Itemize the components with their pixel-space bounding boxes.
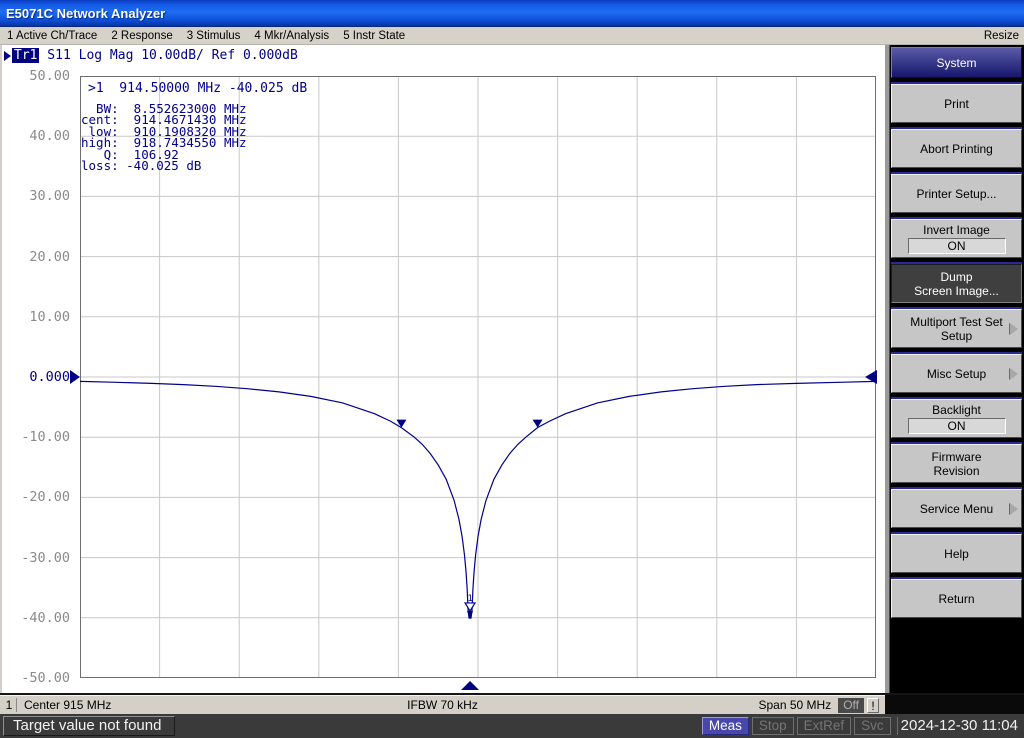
ref-level-indicator-left (70, 370, 80, 384)
title-bar[interactable]: E5071C Network Analyzer (0, 0, 1024, 27)
span-value: Span 50 MHz (759, 698, 832, 712)
softkey-service-menu[interactable]: Service Menu (891, 489, 1022, 528)
softkey-list: System Print Abort Printing Printer Setup..… (890, 45, 1024, 693)
menu-bar: 1 Active Ch/Trace2 Response3 Stimulus4 M… (0, 27, 1024, 45)
menu-1-active-ch-trace[interactable]: 1 Active Ch/Trace (0, 30, 104, 42)
channel-status-bar: 1 Center 915 MHz IFBW 70 kHz Span 50 MHz… (0, 693, 1024, 714)
softkey-system[interactable]: System (891, 47, 1022, 78)
softkey-invert-image[interactable]: Invert ImageON (891, 219, 1022, 258)
y-tick-label: -30.00 (2, 550, 70, 566)
softkey-label: Printer Setup... (916, 187, 996, 201)
softkey-label: Service Menu (920, 502, 993, 516)
softkey-toggle-state: ON (908, 418, 1006, 434)
softkey-help[interactable]: Help (891, 534, 1022, 573)
softkey-label: Backlight (932, 403, 981, 417)
softkey-label: Screen Image... (914, 284, 999, 298)
softkey-label: Print (944, 97, 969, 111)
submenu-arrow-icon (1010, 323, 1018, 335)
menu-4-mkr-analysis[interactable]: 4 Mkr/Analysis (247, 30, 336, 42)
softkey-label: Dump (940, 270, 972, 284)
menu-2-response[interactable]: 2 Response (104, 30, 179, 42)
active-trace-arrow-icon (4, 51, 11, 61)
y-tick-label: 50.00 (2, 68, 70, 84)
main-area: 1 Tr1 S11 Log Mag 10.00dB/ Ref 0.000dB 5… (0, 45, 1024, 693)
menu-3-stimulus[interactable]: 3 Stimulus (180, 30, 248, 42)
bw-high-marker (533, 420, 543, 428)
softkey-label: Abort Printing (920, 142, 993, 156)
marker1-symbol (465, 603, 475, 611)
softkey-label: Multiport Test Set (910, 315, 1002, 329)
trace1-format-text: S11 Log Mag 10.00dB/ Ref 0.000dB (39, 48, 297, 63)
softkey-label: Firmware (932, 450, 982, 464)
indicator-stop: Stop (752, 717, 794, 735)
y-tick-label: 30.00 (2, 188, 70, 204)
softkey-toggle-state: ON (908, 238, 1006, 254)
status-indicators: MeasStopExtRefSvc (699, 717, 891, 735)
softkey-label: System (936, 56, 976, 70)
bandwidth-readout: BW: 8.552623000 MHz cent: 914.4671430 MH… (81, 103, 247, 171)
menu-5-instr-state[interactable]: 5 Instr State (336, 30, 412, 42)
center-frequency-value: Center 915 MHz (24, 698, 111, 712)
trace-header: Tr1 S11 Log Mag 10.00dB/ Ref 0.000dB (4, 48, 298, 63)
softkey-label: Misc Setup (927, 367, 986, 381)
softkey-print[interactable]: Print (891, 84, 1022, 123)
resize-button[interactable]: Resize (984, 30, 1024, 42)
y-tick-label: 20.00 (2, 249, 70, 265)
softkey-return[interactable]: Return (891, 579, 1022, 618)
channel-status-strip: 1 Center 915 MHz IFBW 70 kHz Span 50 MHz… (0, 695, 885, 714)
sweep-off-badge: Off (838, 698, 864, 713)
softkey-label: Setup (941, 329, 972, 343)
softkey-multiport-test-set[interactable]: Multiport Test SetSetup (891, 309, 1022, 348)
softkey-printer-setup-[interactable]: Printer Setup... (891, 174, 1022, 213)
softkey-label: Invert Image (923, 223, 990, 237)
y-tick-label: -50.00 (2, 670, 70, 686)
y-tick-label: 40.00 (2, 128, 70, 144)
datetime: 2024-12-30 11:04 (897, 717, 1021, 735)
softkey-label: Return (938, 592, 974, 606)
instrument-status-bar: Target value not found MeasStopExtRefSvc… (0, 714, 1024, 738)
indicator-svc: Svc (854, 717, 891, 735)
softkey-misc-setup[interactable]: Misc Setup (891, 354, 1022, 393)
window-title: E5071C Network Analyzer (6, 6, 165, 21)
submenu-arrow-icon (1010, 503, 1018, 515)
menu-items: 1 Active Ch/Trace2 Response3 Stimulus4 M… (0, 30, 412, 42)
y-tick-label: -20.00 (2, 489, 70, 505)
stimulus-marker (461, 681, 479, 690)
alert-badge: ! (867, 698, 879, 713)
status-message: Target value not found (3, 716, 175, 736)
softkey-abort-printing[interactable]: Abort Printing (891, 129, 1022, 168)
softkey-label: Help (944, 547, 969, 561)
submenu-arrow-icon (1010, 368, 1018, 380)
ifbw-value: IFBW 70 kHz (407, 698, 478, 712)
y-tick-label: -40.00 (2, 610, 70, 626)
y-tick-label: 0.000 (2, 369, 70, 385)
softkey-firmware[interactable]: FirmwareRevision (891, 444, 1022, 483)
indicator-meas: Meas (702, 717, 749, 735)
channel-number: 1 (2, 698, 17, 712)
softkey-label: Revision (933, 464, 979, 478)
y-tick-label: 10.00 (2, 309, 70, 325)
softkey-dump[interactable]: DumpScreen Image... (891, 264, 1022, 303)
indicator-extref: ExtRef (797, 717, 852, 735)
softkey-backlight[interactable]: BacklightON (891, 399, 1022, 438)
plot-area: 1 Tr1 S11 Log Mag 10.00dB/ Ref 0.000dB 5… (0, 45, 885, 693)
marker1-readout: >1 914.50000 MHz -40.025 dB (88, 81, 307, 96)
trace1-badge[interactable]: Tr1 (12, 48, 39, 63)
e5071c-window: E5071C Network Analyzer 1 Active Ch/Trac… (0, 0, 1024, 738)
softkey-menu: System Print Abort Printing Printer Setup..… (885, 45, 1024, 693)
y-tick-label: -10.00 (2, 429, 70, 445)
